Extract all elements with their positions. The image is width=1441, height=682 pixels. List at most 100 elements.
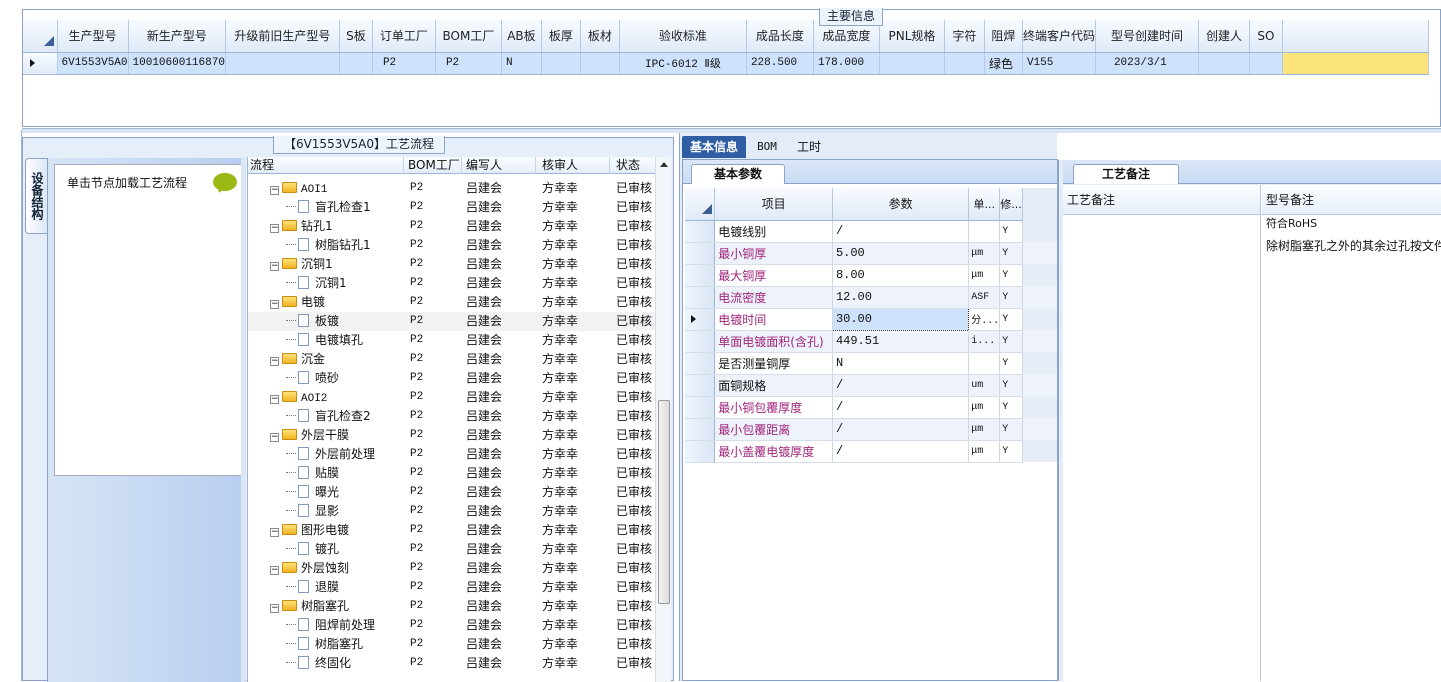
col-header[interactable]: 板材 <box>580 20 620 53</box>
tree-row[interactable]: − 外层干膜 P2 吕建会 方幸幸 已审核 <box>248 426 658 445</box>
table-cell[interactable]: 2023/3/1 <box>1095 52 1199 75</box>
collapse-icon[interactable]: − <box>270 395 279 404</box>
param-row[interactable]: 最大铜厚 8.00 μm Y <box>685 264 1057 287</box>
param-cell-item[interactable]: 最小铜包覆厚度 <box>714 396 833 419</box>
param-cell-item[interactable]: 是否测量铜厚 <box>714 352 833 375</box>
collapse-icon[interactable]: − <box>270 262 279 271</box>
tree-node[interactable]: − 外层蚀刻 <box>270 559 349 578</box>
param-cell-unit[interactable]: μm <box>968 418 1001 441</box>
tree-col-reviewer[interactable]: 核审人 <box>536 157 610 174</box>
tree-row[interactable]: 电镀填孔 P2 吕建会 方幸幸 已审核 <box>248 331 658 350</box>
table-cell[interactable]: 228.500 <box>746 52 814 75</box>
param-cell-item[interactable]: 最小铜厚 <box>714 242 833 265</box>
table-cell[interactable] <box>541 52 581 75</box>
tree-node[interactable]: 喷砂 <box>286 369 339 388</box>
tree-row[interactable]: − 图形电镀 P2 吕建会 方幸幸 已审核 <box>248 521 658 540</box>
collapse-icon[interactable]: − <box>270 566 279 575</box>
tree-row[interactable]: 盲孔检查2 P2 吕建会 方幸幸 已审核 <box>248 407 658 426</box>
collapse-icon[interactable]: − <box>270 357 279 366</box>
col-header[interactable]: 新生产型号 <box>128 20 226 53</box>
col-header[interactable]: 项目 <box>714 188 833 221</box>
param-cell-unit[interactable]: i... <box>968 330 1001 353</box>
table-cell[interactable]: V155 <box>1022 52 1096 75</box>
tree-node[interactable]: 退膜 <box>286 578 339 597</box>
param-cell-value[interactable]: / <box>832 440 970 463</box>
row-selector[interactable] <box>685 440 716 463</box>
param-cell-item[interactable]: 电镀时间 <box>714 308 833 331</box>
col-header[interactable]: S板 <box>339 20 373 53</box>
col-header[interactable]: 终端客户代码 <box>1022 20 1096 53</box>
param-cell-item[interactable]: 面铜规格 <box>714 374 833 397</box>
table-cell[interactable] <box>225 52 340 75</box>
param-cell-unit[interactable]: μm <box>968 440 1001 463</box>
param-cell-mod[interactable]: Y <box>999 396 1023 419</box>
table-row[interactable]: 6V1553V5A0 10010600116870 P2 P2 N IPC-60… <box>23 52 1429 75</box>
row-selector[interactable] <box>23 52 58 75</box>
param-cell-unit[interactable]: μm <box>968 396 1001 419</box>
table-cell[interactable] <box>944 52 985 75</box>
tab-process-remarks[interactable]: 工艺备注 <box>1073 164 1179 184</box>
tree-row[interactable]: 显影 P2 吕建会 方幸幸 已审核 <box>248 502 658 521</box>
tree-node[interactable]: − 电镀 <box>270 293 325 312</box>
param-cell-value[interactable]: 449.51 <box>832 330 970 353</box>
tree-row[interactable]: − 钻孔1 P2 吕建会 方幸幸 已审核 <box>248 217 658 236</box>
tree-col-flow[interactable]: 流程 <box>248 157 404 174</box>
scroll-up-icon[interactable] <box>660 162 668 167</box>
param-row[interactable]: 电镀线别 / Y <box>685 220 1057 243</box>
tree-node[interactable]: 板镀 <box>286 312 339 331</box>
col-header[interactable]: 创建人 <box>1198 20 1250 53</box>
param-row[interactable]: 最小铜包覆厚度 / μm Y <box>685 396 1057 419</box>
col-header[interactable]: 生产型号 <box>57 20 129 53</box>
param-cell-value[interactable]: 5.00 <box>832 242 970 265</box>
col-header[interactable]: 单... <box>968 188 1001 221</box>
tree-node[interactable]: 贴膜 <box>286 464 339 483</box>
col-header[interactable]: SO <box>1249 20 1283 53</box>
param-cell-mod[interactable]: Y <box>999 286 1023 309</box>
row-selector[interactable] <box>685 418 716 441</box>
param-cell-mod[interactable]: Y <box>999 220 1023 243</box>
row-selector[interactable] <box>685 286 716 309</box>
param-row[interactable]: 单面电镀面积(含孔) 449.51 i... Y <box>685 330 1057 353</box>
tree-node[interactable]: 阻焊前处理 <box>286 616 375 635</box>
row-selector[interactable] <box>685 396 716 419</box>
param-row[interactable]: 最小盖覆电镀厚度 / μm Y <box>685 440 1057 463</box>
row-selector[interactable] <box>685 264 716 287</box>
row-selector[interactable] <box>685 308 716 331</box>
tree-row[interactable]: − 树脂塞孔 P2 吕建会 方幸幸 已审核 <box>248 597 658 616</box>
tree-node[interactable]: 终固化 <box>286 654 351 673</box>
param-cell-mod[interactable]: Y <box>999 374 1023 397</box>
tree-row[interactable]: 盲孔检查1 P2 吕建会 方幸幸 已审核 <box>248 198 658 217</box>
process-tree[interactable]: 流程 BOM工厂 编写人 核审人 状态 − AOI1 P2 吕建会 方幸幸 已审核 盲孔检查… <box>247 157 671 682</box>
param-cell-mod[interactable]: Y <box>999 440 1023 463</box>
tree-node[interactable]: − 钻孔1 <box>270 217 333 236</box>
tree-node[interactable]: − AOI1 <box>270 179 327 200</box>
tree-row[interactable]: 阻焊前处理 P2 吕建会 方幸幸 已审核 <box>248 616 658 635</box>
param-cell-value[interactable]: 30.00 <box>831 307 970 331</box>
param-cell-unit[interactable]: μm <box>968 242 1001 265</box>
tree-row[interactable]: − AOI2 P2 吕建会 方幸幸 已审核 <box>248 388 658 407</box>
tree-node[interactable]: 沉铜1 <box>286 274 347 293</box>
table-cell[interactable]: P2 <box>372 52 436 75</box>
tree-row[interactable]: 板镀 P2 吕建会 方幸幸 已审核 <box>248 312 658 331</box>
collapse-icon[interactable]: − <box>270 224 279 233</box>
tree-node[interactable]: 电镀填孔 <box>286 331 363 350</box>
tree-node[interactable]: 树脂塞孔 <box>286 635 363 654</box>
param-cell-mod[interactable]: Y <box>999 242 1023 265</box>
col-header[interactable]: 成品长度 <box>746 20 814 53</box>
tree-row[interactable]: − 沉铜1 P2 吕建会 方幸幸 已审核 <box>248 255 658 274</box>
param-row[interactable]: 面铜规格 / um Y <box>685 374 1057 397</box>
tree-node[interactable]: 显影 <box>286 502 339 521</box>
tree-row[interactable]: 镀孔 P2 吕建会 方幸幸 已审核 <box>248 540 658 559</box>
param-cell-item[interactable]: 电镀线别 <box>714 220 833 243</box>
tree-row[interactable]: − 电镀 P2 吕建会 方幸幸 已审核 <box>248 293 658 312</box>
tree-row[interactable]: 树脂塞孔 P2 吕建会 方幸幸 已审核 <box>248 635 658 654</box>
table-cell[interactable] <box>879 52 945 75</box>
param-cell-value[interactable]: 12.00 <box>832 286 970 309</box>
param-cell-unit[interactable]: 分... <box>968 308 1001 331</box>
table-cell[interactable] <box>1249 52 1283 75</box>
param-cell-unit[interactable] <box>968 220 1001 243</box>
col-header[interactable]: BOM工厂 <box>435 20 502 53</box>
table-cell[interactable] <box>580 52 620 75</box>
table-cell[interactable]: 178.000 <box>813 52 880 75</box>
row-selector[interactable] <box>685 330 716 353</box>
